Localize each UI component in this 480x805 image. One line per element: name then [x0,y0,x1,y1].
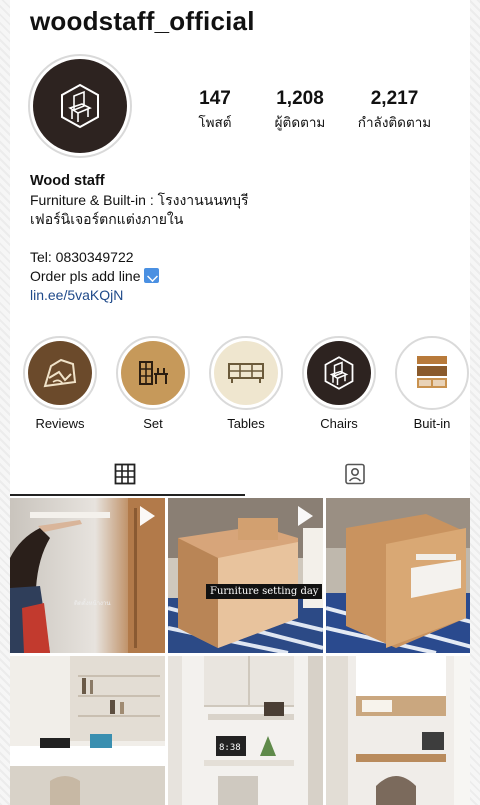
furniture-set-icon [121,341,185,405]
play-icon [140,506,155,526]
post-thumbnail[interactable]: Furniture setting day [168,498,323,653]
bio-line-2: เฟอร์นิเจอร์ตกแต่งภายใน [30,211,184,227]
highlight-label: Buit-in [413,416,451,431]
bio-line-1: Furniture & Built-in : โรงงานนนทบุรี [30,192,249,208]
display-name: Wood staff [30,173,105,189]
post-thumbnail[interactable] [326,656,470,805]
following-count-value: 2,217 [370,88,419,109]
post-thumbnail[interactable]: 8:38 [168,656,323,805]
post-image [10,656,165,805]
post-image: 8:38 [168,656,323,805]
svg-text:8:38: 8:38 [219,743,241,753]
followers-count-label: ผู้ติดตาม [274,115,326,130]
profile-tabs [10,452,470,496]
profile-bio: Wood staff Furniture & Built-in : โรงงาน… [30,172,450,305]
post-overlay-text: ติดตั้งหน้างาน [74,601,111,607]
posts-count-value: 147 [199,88,231,109]
down-arrow-icon [143,268,159,283]
highlight-set[interactable]: Set [115,336,191,431]
highlight-label: Reviews [35,416,85,431]
highlight-label: Chairs [320,416,358,431]
tab-tagged[interactable] [240,452,470,496]
active-tab-indicator [10,494,245,496]
play-icon [298,506,313,526]
followers-count[interactable]: 1,208 ผู้ติดตาม [255,88,345,133]
posts-count-label: โพสต์ [198,115,232,130]
profile-page: woodstaff_official 147 โพสต์ 1,208 ผู้ติ… [10,0,470,805]
bio-order-text: Order pls add line [30,268,141,284]
post-thumbnail[interactable] [326,498,470,653]
bio-order: Order pls add line [30,267,450,286]
chair-logo-icon [307,341,371,405]
following-count-label: กำลังติดตาม [357,115,432,130]
followers-count-value: 1,208 [276,88,324,109]
following-count[interactable]: 2,217 กำลังติดตาม [347,88,442,133]
highlight-reviews[interactable]: Reviews [22,336,98,431]
bio-tel: Tel: 0830349722 [30,249,134,265]
avatar[interactable] [28,54,132,158]
profile-username: woodstaff_official [30,6,255,36]
highlight-label: Tables [227,416,265,431]
tables-icon [214,341,278,405]
post-caption: Furniture setting day [206,584,323,599]
posts-grid: ติดตั้งหน้างาน Furniture setting day 8:3… [10,498,470,805]
story-highlights: Reviews Set Tables Chairs Buit-in [22,336,470,431]
tab-grid[interactable] [10,452,240,496]
reviews-icon [28,341,92,405]
grid-icon [114,463,136,485]
post-thumbnail[interactable] [10,656,165,805]
post-image [326,656,470,805]
highlight-label: Set [143,416,163,431]
posts-count[interactable]: 147 โพสต์ [180,88,250,133]
highlight-builtin[interactable]: Buit-in [394,336,470,431]
highlight-chairs[interactable]: Chairs [301,336,377,431]
bio-link[interactable]: lin.ee/5vaKQjN [30,286,450,305]
builtin-cabinet-icon [400,341,464,405]
chair-logo-icon [33,59,127,153]
tagged-person-icon [345,463,365,485]
highlight-tables[interactable]: Tables [208,336,284,431]
post-thumbnail[interactable]: ติดตั้งหน้างาน [10,498,165,653]
profile-stats: 147 โพสต์ 1,208 ผู้ติดตาม 2,217 กำลังติด… [180,88,465,133]
post-image [326,498,470,653]
